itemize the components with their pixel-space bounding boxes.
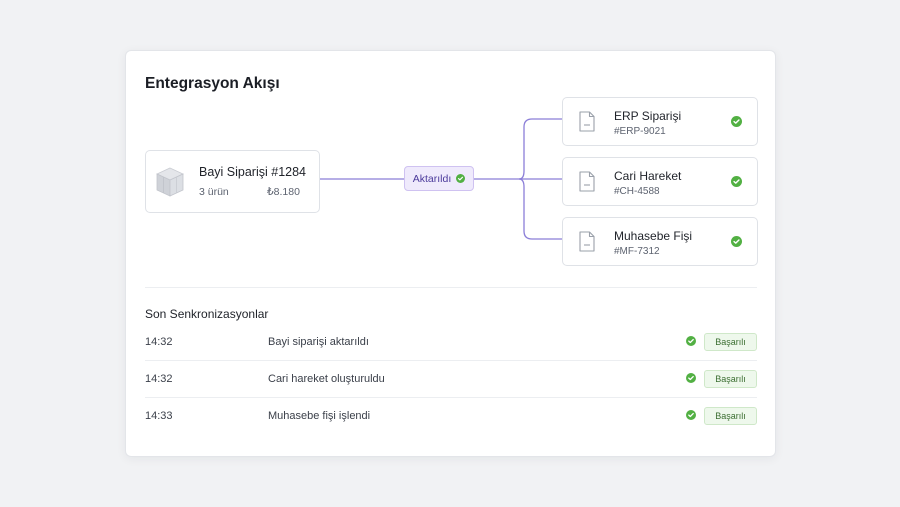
status-badge: Başarılı <box>704 333 757 351</box>
section-divider <box>145 287 757 288</box>
target-erp-order[interactable]: ERP Siparişi #ERP-9021 <box>562 97 758 146</box>
source-order-total: ₺8.180 <box>267 186 300 198</box>
status-badge: Başarılı <box>704 370 757 388</box>
sync-time: 14:32 <box>145 336 173 348</box>
page-title: Entegrasyon Akışı <box>145 75 280 92</box>
sync-time: 14:33 <box>145 410 173 422</box>
document-icon <box>579 231 595 252</box>
check-circle-icon <box>731 236 742 247</box>
target-accounting-voucher[interactable]: Muhasebe Fişi #MF-7312 <box>562 217 758 266</box>
document-icon <box>579 111 595 132</box>
check-circle-icon <box>731 116 742 127</box>
sync-time: 14:32 <box>145 373 173 385</box>
table-row[interactable]: 14:32 Cari hareket oluşturuldu Başarılı <box>145 361 757 398</box>
target-name: Muhasebe Fişi <box>614 229 693 243</box>
sync-description: Muhasebe fişi işlendi <box>268 410 371 422</box>
check-circle-icon <box>686 336 696 346</box>
table-row[interactable]: 14:33 Muhasebe fişi işlendi Başarılı <box>145 398 757 435</box>
check-circle-icon <box>456 174 466 183</box>
target-name: ERP Siparişi <box>614 109 682 123</box>
status-badge: Başarılı <box>704 407 757 425</box>
table-row[interactable]: 14:32 Bayi siparişi aktarıldı Başarılı <box>145 324 757 361</box>
source-order-name: Bayi Siparişi #1284 <box>199 165 307 179</box>
sync-description: Bayi siparişi aktarıldı <box>268 336 369 348</box>
check-circle-icon <box>686 373 696 383</box>
target-code: #MF-7312 <box>614 246 660 257</box>
source-order-card[interactable]: Bayi Siparişi #1284 3 ürün ₺8.180 <box>145 150 320 213</box>
recent-syncs-title: Son Senkronizasyonlar <box>145 307 269 321</box>
box-icon <box>156 167 184 197</box>
sync-description: Cari hareket oluşturuldu <box>268 373 385 385</box>
target-name: Cari Hareket <box>614 169 682 183</box>
source-item-count: 3 ürün <box>199 186 229 198</box>
target-account-movement[interactable]: Cari Hareket #CH-4588 <box>562 157 758 206</box>
target-code: #ERP-9021 <box>614 126 666 137</box>
transfer-status-chip: Aktarıldı <box>404 166 474 191</box>
check-circle-icon <box>731 176 742 187</box>
integration-flow-card: Entegrasyon Akışı Bayi Siparişi #1284 3 … <box>125 50 776 457</box>
target-code: #CH-4588 <box>614 186 660 197</box>
document-icon <box>579 171 595 192</box>
check-circle-icon <box>686 410 696 420</box>
recent-syncs-list: 14:32 Bayi siparişi aktarıldı Başarılı 1… <box>145 324 757 435</box>
transfer-status-label: Aktarıldı <box>412 172 452 185</box>
